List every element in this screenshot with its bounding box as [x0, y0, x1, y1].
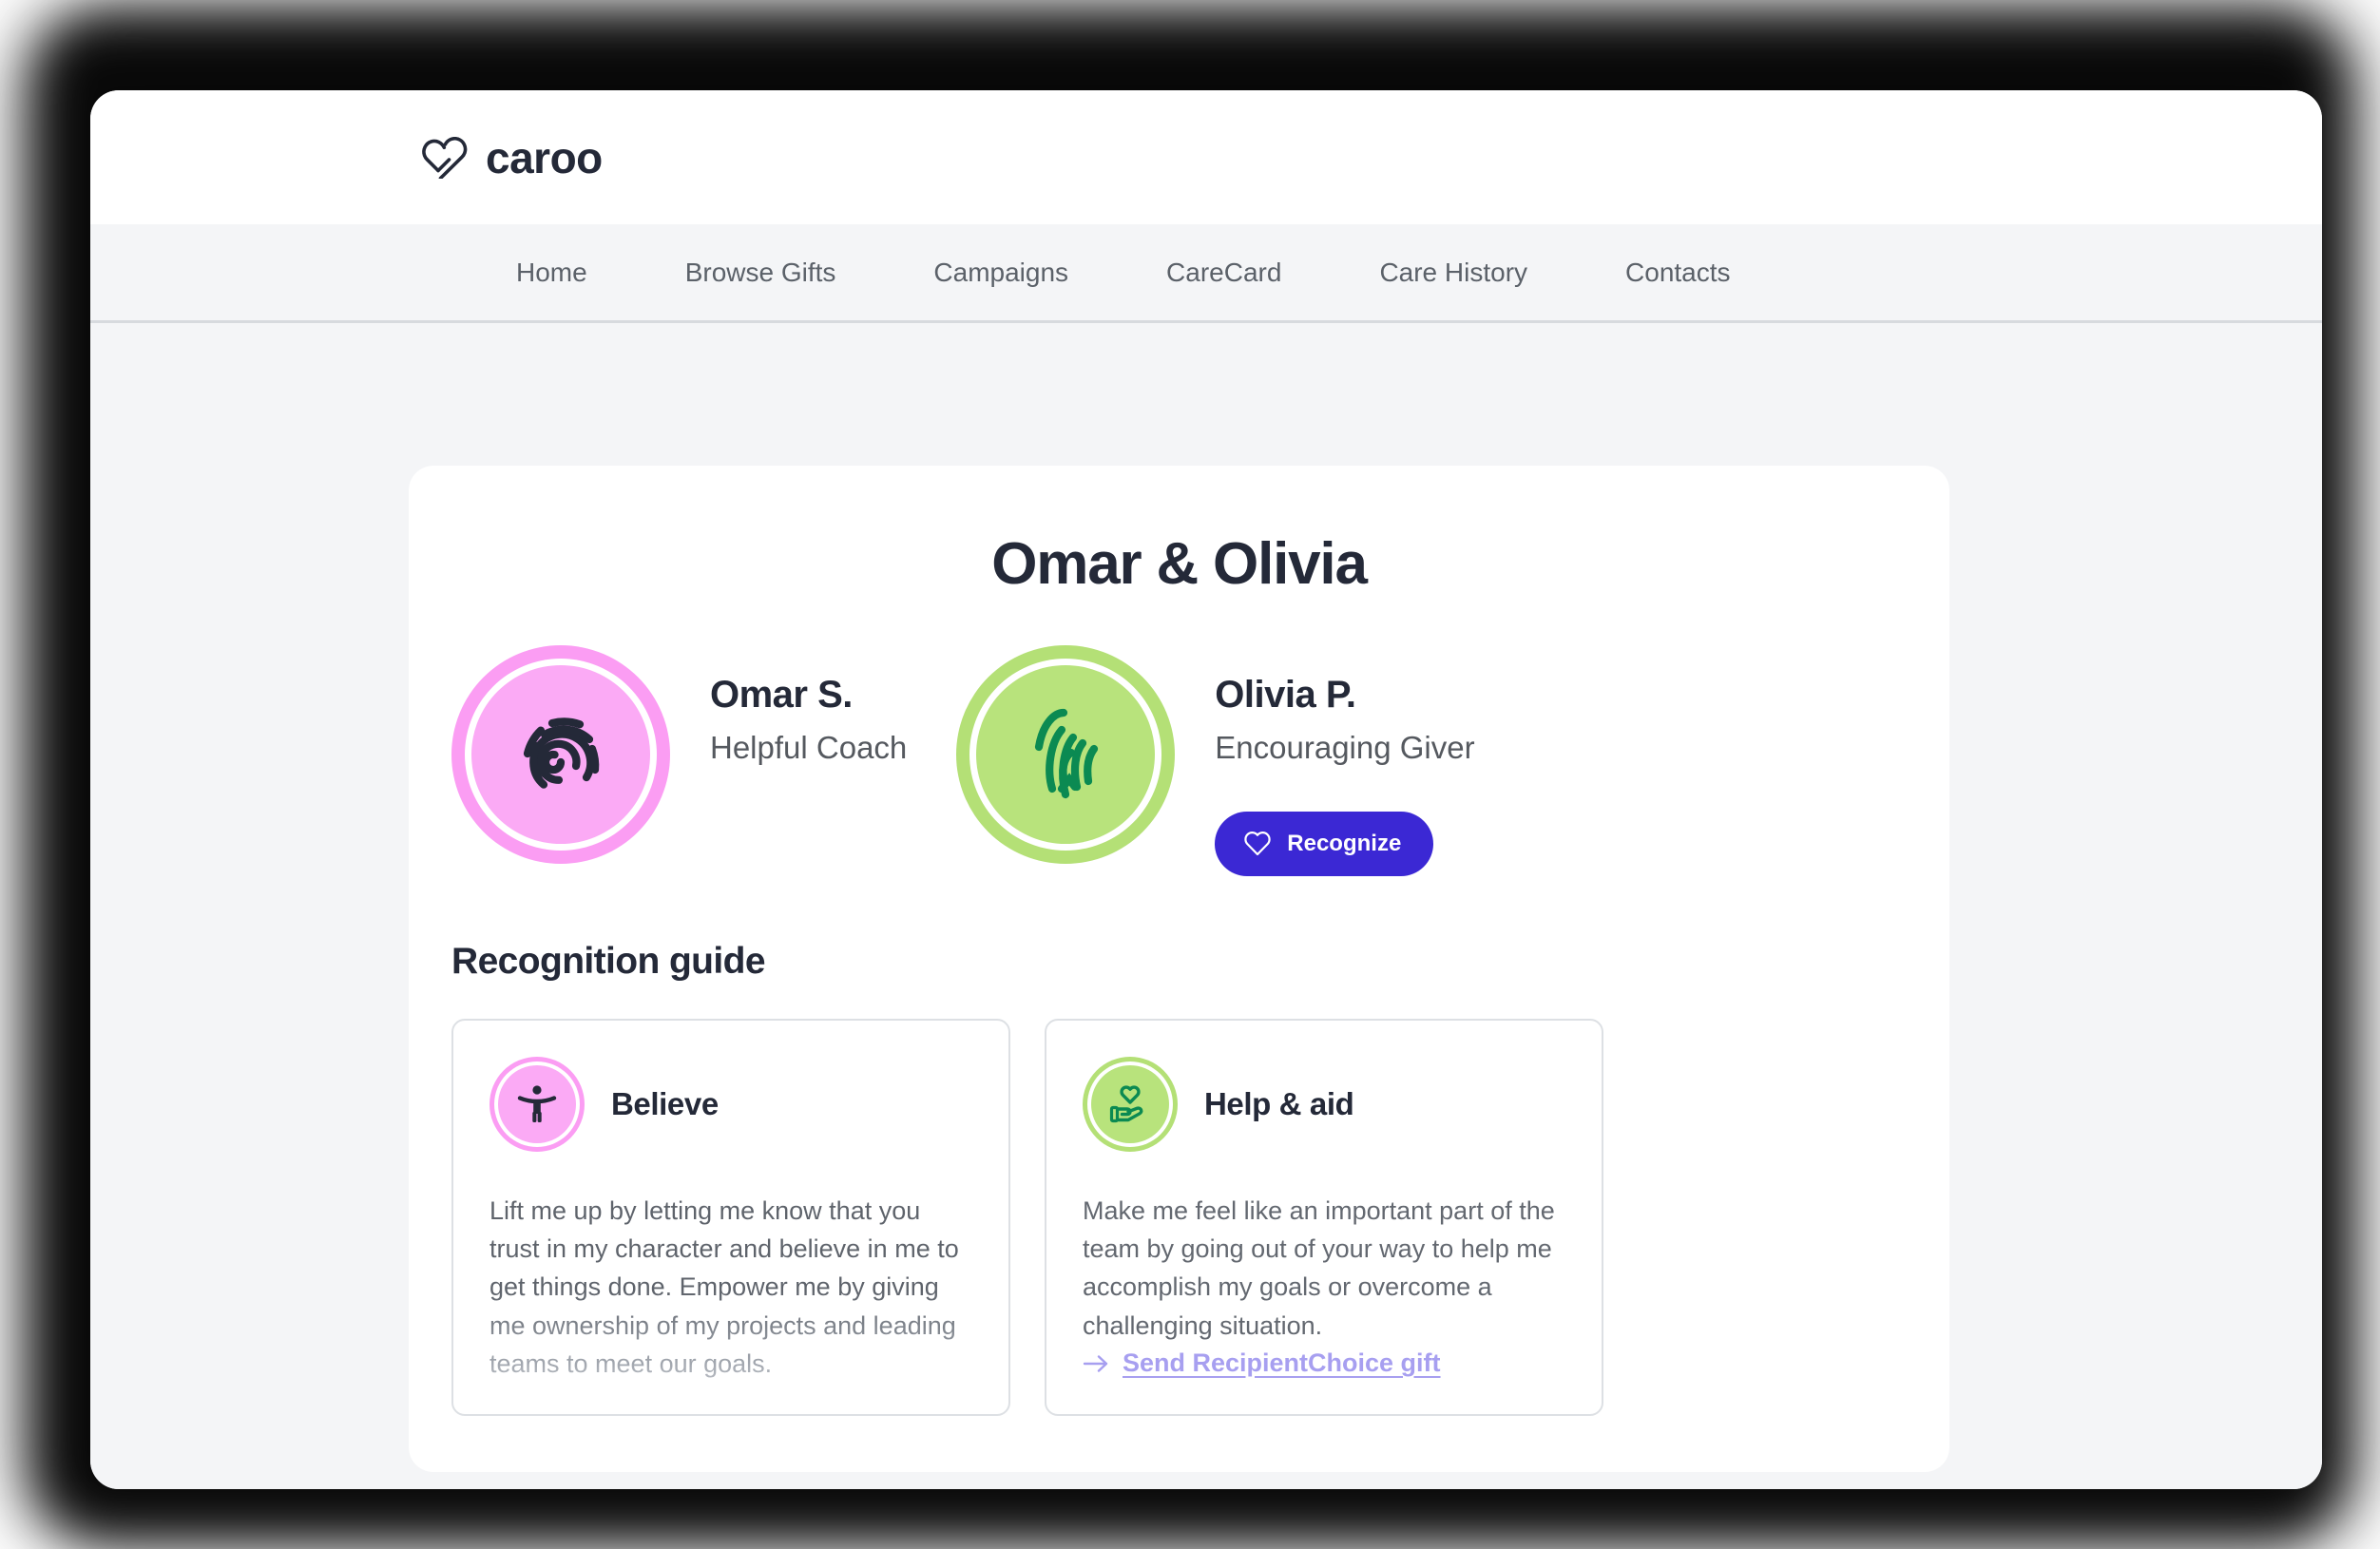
nav-item-campaigns[interactable]: Campaigns — [933, 258, 1068, 288]
avatar-inner — [465, 659, 657, 851]
fingerprint-icon — [1035, 708, 1099, 799]
guide-card-believe[interactable]: Believe Lift me up by letting me know th… — [451, 1019, 1010, 1416]
profile-olivia: Olivia P. Encouraging Giver Recognize — [956, 645, 1475, 876]
recognize-button-label: Recognize — [1287, 831, 1402, 856]
guide-card-body: Lift me up by letting me know that you t… — [489, 1192, 972, 1383]
profile-row: Omar S. Helpful Coach Olivia P. Encourag… — [409, 645, 1949, 876]
hand-holding-heart-icon — [1109, 1085, 1143, 1123]
page-title: Omar & Olivia — [991, 531, 1368, 597]
nav-item-contacts[interactable]: Contacts — [1625, 258, 1731, 288]
guide-icon-help-aid — [1083, 1057, 1178, 1152]
nav-item-browse-gifts[interactable]: Browse Gifts — [685, 258, 836, 288]
nav-item-home[interactable]: Home — [516, 258, 587, 288]
main-navigation: Home Browse Gifts Campaigns CareCard Car… — [90, 224, 2322, 323]
fingerprint-icon — [523, 717, 600, 789]
brand-logo[interactable]: caroo — [421, 136, 603, 180]
guide-card-title: Help & aid — [1204, 1086, 1354, 1121]
send-recipientchoice-gift-label: Send RecipientChoice gift — [1123, 1348, 1441, 1377]
heart-check-logo-icon — [422, 136, 468, 179]
avatar-inner — [969, 659, 1162, 851]
recognition-guide-cards: Believe Lift me up by letting me know th… — [409, 1019, 1949, 1416]
guide-card-title: Believe — [611, 1086, 719, 1121]
guide-card-head: Help & aid — [1083, 1057, 1565, 1152]
recognition-guide-heading: Recognition guide — [451, 941, 766, 982]
profile-role: Helpful Coach — [710, 730, 908, 765]
guide-icon-believe — [489, 1057, 585, 1152]
send-recipientchoice-gift-link[interactable]: Send RecipientChoice gift — [1083, 1348, 1441, 1378]
person-arms-out-icon — [517, 1085, 557, 1122]
profile-text: Olivia P. Encouraging Giver Recognize — [1215, 645, 1475, 876]
arrow-right-icon — [1083, 1354, 1108, 1372]
page-body: Omar & Olivia Omar S. Helpful Coach Oliv… — [90, 326, 2322, 1489]
profile-omar: Omar S. Helpful Coach — [451, 645, 907, 876]
guide-card-body: Make me feel like an important part of t… — [1083, 1196, 1555, 1340]
content-card: Omar & Olivia Omar S. Helpful Coach Oliv… — [409, 466, 1949, 1472]
nav-list: Home Browse Gifts Campaigns CareCard Car… — [516, 258, 1731, 288]
brand-header: caroo — [90, 90, 2322, 224]
avatar-omar — [451, 645, 670, 864]
guide-card-head: Believe — [489, 1057, 972, 1152]
app-screen: caroo Home Browse Gifts Campaigns CareCa… — [90, 90, 2322, 1489]
nav-item-carecard[interactable]: CareCard — [1166, 258, 1281, 288]
guide-card-help-aid[interactable]: Help & aid Make me feel like an importan… — [1045, 1019, 1603, 1416]
heart-icon — [1244, 832, 1271, 856]
profile-name: Omar S. — [710, 674, 853, 716]
profile-name: Olivia P. — [1215, 674, 1356, 716]
avatar-olivia — [956, 645, 1176, 864]
brand-wordmark: caroo — [486, 132, 603, 182]
profile-role: Encouraging Giver — [1215, 730, 1475, 765]
recognize-button[interactable]: Recognize — [1215, 812, 1434, 876]
profile-text: Omar S. Helpful Coach — [710, 645, 907, 766]
nav-item-care-history[interactable]: Care History — [1379, 258, 1527, 288]
